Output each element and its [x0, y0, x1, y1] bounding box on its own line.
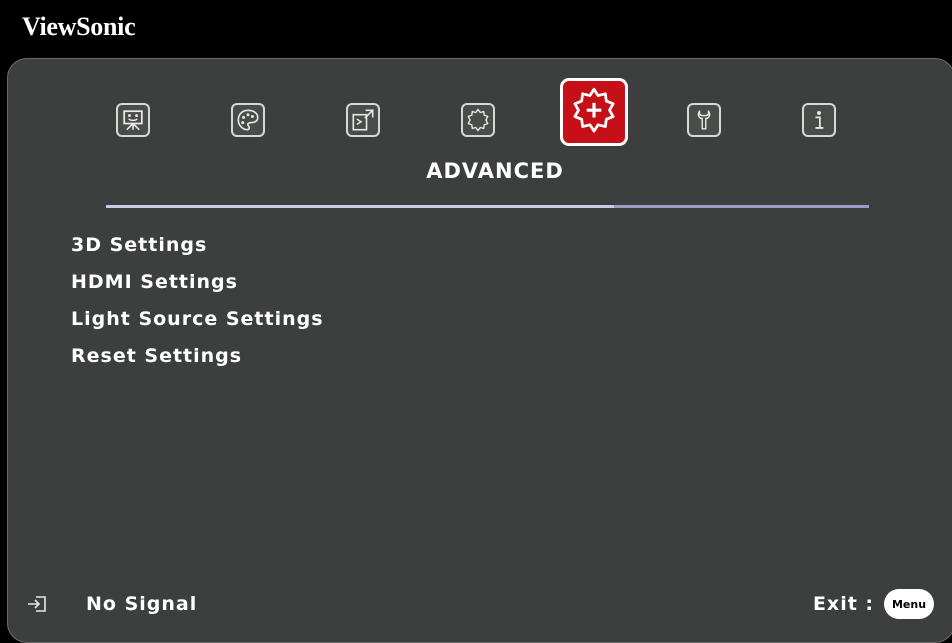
tab-picture[interactable]	[231, 103, 265, 137]
tab-bar: ADVANCED	[8, 59, 952, 183]
separator-line-right	[614, 205, 869, 208]
menu-item-hdmi-settings[interactable]: HDMI Settings	[71, 264, 324, 301]
palette-icon	[237, 109, 259, 131]
menu-item-3d-settings[interactable]: 3D Settings	[71, 227, 324, 264]
brand-logo: ViewSonic	[22, 12, 136, 41]
signal-status: No Signal	[26, 586, 197, 622]
info-icon	[815, 111, 824, 129]
wrench-icon	[697, 110, 711, 130]
separator-line	[106, 205, 614, 208]
osd-menu-panel: ADVANCED 3D Settings HDMI Settings Light…	[7, 58, 952, 643]
active-tab-title: ADVANCED	[426, 159, 564, 183]
input-source-icon	[28, 596, 46, 612]
exit-label: Exit :	[812, 593, 874, 615]
menu-button[interactable]: Menu	[884, 589, 934, 619]
display-icon	[123, 110, 143, 131]
menu-item-light-source-settings[interactable]: Light Source Settings	[71, 301, 324, 338]
tab-system[interactable]	[461, 103, 495, 137]
gear-icon	[467, 108, 489, 132]
advanced-menu-list: 3D Settings HDMI Settings Light Source S…	[71, 227, 324, 375]
tab-display[interactable]	[116, 103, 150, 137]
tab-source[interactable]	[346, 103, 380, 137]
tab-advanced[interactable]	[560, 78, 628, 146]
hand-touch-icon	[352, 109, 374, 131]
menu-item-reset-settings[interactable]: Reset Settings	[71, 338, 324, 375]
exit-hint: Exit : Menu	[813, 586, 934, 622]
gear-plus-icon	[573, 87, 615, 133]
osd-screen: ViewSonic ADVANCED 3D Settings HDMI Sett…	[0, 0, 952, 643]
no-signal-text: No Signal	[86, 593, 198, 615]
tab-basic[interactable]	[687, 103, 721, 137]
tab-information[interactable]	[802, 103, 836, 137]
